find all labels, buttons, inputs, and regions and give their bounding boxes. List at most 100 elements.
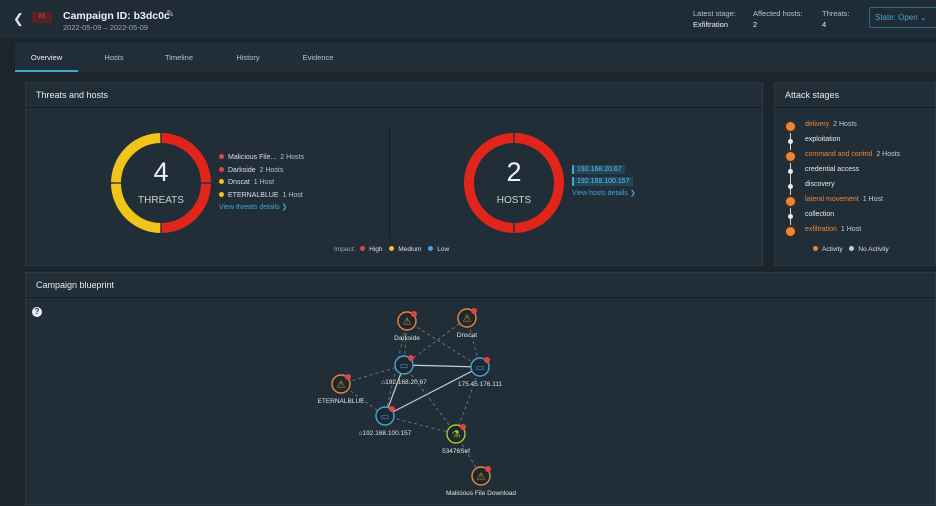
impact-dot — [219, 166, 224, 172]
graph-edge — [403, 364, 481, 368]
view-threats-details-link[interactable]: View threats details ❯ — [219, 202, 304, 215]
stage-count: 1 Host — [840, 226, 862, 233]
stage-count: 2 Hosts — [876, 151, 901, 158]
graph-node-darkside[interactable]: ⚠ Darkside — [394, 311, 420, 342]
activity-dot — [813, 246, 818, 251]
tab-timeline[interactable]: Timeline — [157, 43, 201, 72]
stat-value: 2 — [753, 20, 758, 29]
node-label: ⌂192.168.100.157 — [359, 430, 412, 437]
threat-item[interactable]: ETERNALBLUE 1 Host — [219, 190, 304, 203]
graph-node-mfd[interactable]: ⚠ Malicious File Download — [446, 466, 516, 497]
tab-history[interactable]: History — [227, 43, 269, 72]
alert-dot — [345, 374, 351, 380]
hosts-count: 2 — [506, 157, 522, 187]
stage-activity-marker — [786, 122, 795, 131]
impact-legend-label: Impact: — [334, 246, 356, 253]
node-label: 53476Sef — [442, 448, 470, 455]
stage-item[interactable]: collection — [805, 211, 834, 218]
alert-dot — [411, 311, 417, 317]
tab-bar: Overview Hosts Timeline History Evidence — [15, 43, 936, 72]
stage-item[interactable]: delivery 2 Hosts — [805, 121, 857, 128]
chevron-left-icon[interactable]: ❮ — [13, 11, 24, 27]
stage-marker — [788, 214, 793, 219]
stat-value: 4 — [822, 20, 827, 29]
warning-icon: ⚠ — [403, 317, 412, 328]
no-activity-dot — [849, 246, 855, 251]
threats-legend: Malicious File... 2 Hosts Darkside 2 Hosts… — [219, 152, 304, 215]
stage-activity-marker — [786, 227, 795, 236]
node-label: Darkside — [394, 335, 420, 342]
page-title: Campaign ID: b3dc0c — [63, 10, 170, 22]
stage-item[interactable]: credential access — [805, 166, 859, 173]
stage-name: lateral movement — [805, 196, 859, 203]
stage-name: command and control — [805, 151, 873, 158]
threat-item[interactable]: Dnscat 1 Host — [219, 177, 304, 190]
threat-name: Malicious File... — [228, 154, 277, 161]
warning-icon: ⚠ — [463, 314, 472, 325]
host-ip-tag[interactable]: 192.168.20.67 — [572, 165, 625, 174]
threat-count: 1 Host — [282, 191, 303, 199]
stage-item[interactable]: exfiltration 1 Host — [805, 226, 861, 233]
stat-label: Latest stage: — [693, 9, 736, 18]
stage-name: collection — [805, 211, 835, 218]
blueprint-graph: ⚠ Darkside ⚠ Dnscat ▭ ⌂192.168.20.67 ▭ 175.45.1… — [318, 308, 516, 497]
graph-node-ext[interactable]: ▭ 175.45.176.111 — [458, 357, 503, 388]
impact-legend: Impact: High Medium Low — [334, 244, 449, 257]
state-dropdown[interactable]: State: Open ⌄ — [869, 7, 936, 28]
threat-name: ETERNALBLUE — [228, 191, 279, 199]
node-label: ETERNALBLUE — [318, 398, 366, 405]
tab-hosts[interactable]: Hosts — [93, 43, 135, 72]
stage-name: exfiltration — [805, 226, 837, 233]
legend-high: High — [369, 246, 383, 253]
tab-overview[interactable]: Overview — [15, 43, 78, 72]
graph-node-dnscat[interactable]: ⚠ Dnscat — [457, 308, 477, 339]
graph-node-file[interactable]: ⚗ 53476Sef — [442, 424, 470, 455]
alert-dot — [471, 308, 477, 314]
node-label: Malicious File Download — [446, 490, 516, 497]
high-dot — [360, 246, 366, 251]
graph-node-h2[interactable]: ▭ ⌂192.168.100.157 — [359, 406, 412, 437]
threat-item[interactable]: Darkside 2 Hosts — [219, 165, 304, 178]
threat-count: 2 Hosts — [259, 166, 284, 174]
pencil-icon[interactable]: ✎ — [166, 9, 174, 20]
graph-node-eternal[interactable]: ⚠ ETERNALBLUE — [318, 374, 366, 405]
severity-badge: 83 — [32, 12, 52, 23]
stage-marker — [788, 184, 793, 189]
stage-item[interactable]: command and control 2 Hosts — [805, 151, 900, 158]
stage-count: 2 Hosts — [833, 121, 857, 128]
stage-count: 1 Host — [862, 196, 883, 203]
activity-legend: Activity No Activity — [813, 244, 889, 257]
divider — [775, 107, 935, 108]
threat-item[interactable]: Malicious File... 2 Hosts — [219, 152, 304, 165]
host-ip-tag[interactable]: 192.168.100.157 — [572, 177, 633, 186]
stage-activity-marker — [786, 152, 795, 161]
legend-low: Low — [437, 246, 450, 253]
campaign-blueprint-panel: Campaign blueprint ? ⚠ Darkside ⚠ Dnscat ▭ ⌂1… — [25, 272, 936, 505]
threats-count: 4 — [153, 157, 169, 187]
node-label: ⌂192.168.20.67 — [381, 379, 427, 386]
graph-edge — [406, 320, 481, 368]
laptop-icon: ▭ — [400, 361, 409, 371]
stage-activity-marker — [786, 197, 795, 206]
stage-marker — [788, 139, 793, 144]
alert-dot — [389, 406, 395, 412]
stage-item[interactable]: lateral movement 1 Host — [805, 196, 883, 203]
alert-dot — [485, 466, 491, 472]
tab-evidence[interactable]: Evidence — [295, 43, 341, 72]
view-hosts-details-link[interactable]: View hosts details ❯ — [572, 189, 636, 199]
stat-label: Affected hosts: — [753, 9, 803, 18]
alert-dot — [460, 424, 466, 430]
laptop-icon: ▭ — [381, 412, 390, 422]
graph-node-h1[interactable]: ▭ ⌂192.168.20.67 — [381, 355, 427, 386]
chevron-down-icon: ⌄ — [919, 13, 927, 22]
legend-activity: Activity — [822, 246, 843, 253]
hosts-list: 192.168.20.67 192.168.100.157 View hosts… — [572, 165, 636, 199]
stat-label: Threats: — [822, 9, 850, 18]
impact-dot — [219, 154, 224, 159]
stage-item[interactable]: discovery — [805, 181, 835, 188]
threats-hosts-panel: Threats and hosts 4 THREATS Malicious Fi… — [25, 82, 763, 266]
low-dot — [428, 246, 434, 251]
stage-name: discovery — [805, 181, 835, 188]
state-label: State: Open — [875, 13, 918, 22]
stage-item[interactable]: exploitation — [805, 136, 840, 143]
